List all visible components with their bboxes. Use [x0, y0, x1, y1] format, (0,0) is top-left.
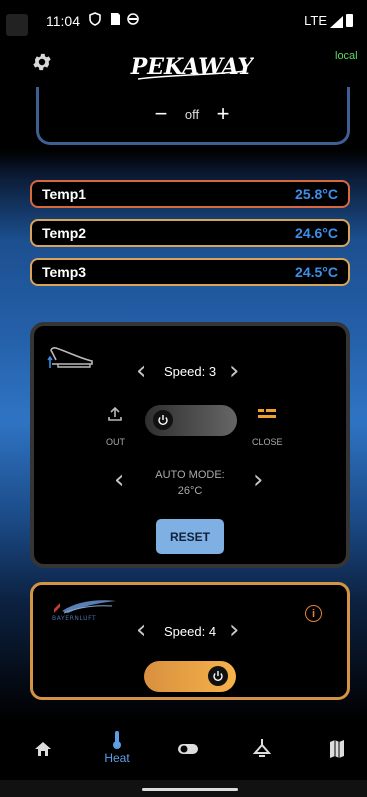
svg-text:PEKAWAY: PEKAWAY [130, 54, 254, 80]
power-icon [153, 410, 173, 430]
vent-speed-decrease-button[interactable]: ‹ [136, 358, 146, 384]
battery-icon [346, 14, 353, 27]
auto-mode-label: AUTO MODE: [155, 469, 225, 481]
auto-mode-increase-button[interactable]: › [253, 467, 263, 493]
temp-value: 24.6°C [295, 225, 338, 241]
decrease-button[interactable]: − [150, 103, 172, 125]
shield-status-icon [89, 12, 101, 26]
heater-speed-label: Speed: 4 [164, 624, 217, 639]
settings-gear-icon[interactable] [31, 51, 53, 73]
out-label: OUT [106, 437, 125, 447]
nav-switches[interactable] [168, 730, 208, 770]
increase-button[interactable]: + [212, 103, 234, 125]
toggle-icon [178, 744, 198, 754]
heater-speed-increase-button[interactable]: › [229, 617, 239, 643]
power-icon [208, 666, 228, 686]
top-stepper: − off + [150, 103, 240, 125]
heater-speed-decrease-button[interactable]: ‹ [136, 617, 146, 643]
auto-mode-display: AUTO MODE: 26°C [148, 467, 232, 499]
nav-home[interactable] [23, 730, 63, 770]
lamp-icon [252, 739, 272, 757]
nav-heat-label: Heat [104, 751, 130, 765]
temp-value: 25.8°C [295, 186, 338, 202]
bayernluft-logo: BAYERNLUFT [52, 600, 116, 622]
thermometer-icon [113, 731, 121, 749]
vent-speed-label: Speed: 3 [164, 364, 217, 379]
connection-status: local [335, 50, 358, 62]
sd-card-status-icon [111, 13, 120, 25]
temp-row-2: Temp2 24.6°C [30, 219, 350, 247]
temp-name: Temp1 [42, 186, 87, 202]
vent-power-toggle[interactable] [145, 405, 237, 436]
status-time: 11:04 [46, 13, 80, 29]
pekaway-logo: PEKAWAY [130, 54, 254, 80]
auto-mode-decrease-button[interactable]: ‹ [114, 467, 124, 493]
temp-row-3: Temp3 24.5°C [30, 258, 350, 286]
map-icon [330, 740, 344, 758]
nav-lights[interactable] [242, 730, 282, 770]
stepper-value: off [184, 106, 200, 122]
nav-heat[interactable]: Heat [97, 730, 137, 770]
auto-mode-value: 26°C [177, 485, 203, 497]
reset-button[interactable]: RESET [156, 519, 224, 554]
nav-map[interactable] [317, 730, 357, 770]
upload-out-icon[interactable] [107, 406, 123, 422]
temp-name: Temp2 [42, 225, 87, 241]
svg-text:BAYERNLUFT: BAYERNLUFT [52, 615, 96, 622]
heater-power-toggle[interactable] [144, 661, 236, 692]
home-gesture-bar[interactable] [142, 788, 238, 791]
info-icon[interactable]: i [305, 605, 322, 622]
signal-icon [330, 16, 343, 28]
home-icon [35, 742, 51, 756]
vent-speed-increase-button[interactable]: › [229, 358, 239, 384]
close-label: CLOSE [252, 437, 283, 447]
vent-closed-icon[interactable] [257, 408, 277, 420]
network-type: LTE [304, 13, 327, 28]
status-bar: 11:04 LTE [0, 0, 367, 40]
app-thumbnail-icon [6, 14, 28, 36]
temp-row-1: Temp1 25.8°C [30, 180, 350, 208]
roof-vent-icon [47, 347, 93, 368]
temp-name: Temp3 [42, 264, 87, 280]
sync-status-icon [127, 13, 139, 25]
temp-value: 24.5°C [295, 264, 338, 280]
